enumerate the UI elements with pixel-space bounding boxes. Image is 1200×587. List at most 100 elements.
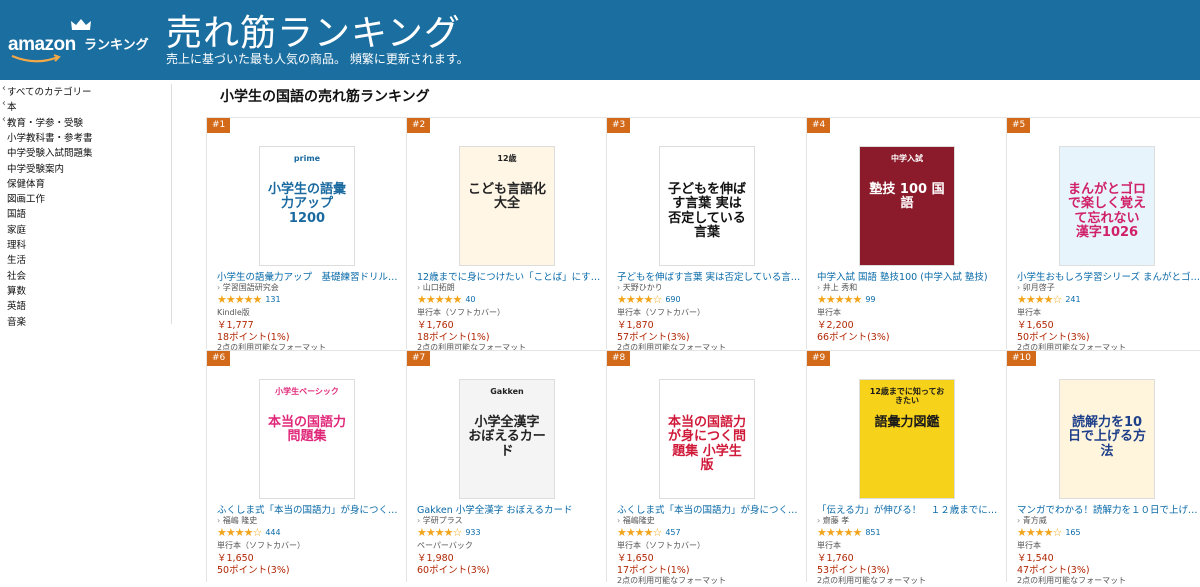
sidebar-category-item[interactable]: 図画工作: [7, 191, 45, 205]
product-card[interactable]: #10 読解力を10日で上げる方法マンガでわかる！読解力を１０日で上げる方...青…: [1006, 350, 1200, 585]
product-rating[interactable]: ★★★★★ 851: [817, 526, 881, 539]
book-cover-image[interactable]: 12歳までに知っておきたい 語彙力図鑑: [859, 379, 955, 499]
logo-amazon-text: amazon: [8, 34, 76, 55]
product-rating[interactable]: ★★★★☆ 690: [617, 293, 681, 306]
product-card[interactable]: #7 Gakken 小学全漢字 おぼえるカード Gakken 小学全漢字 おぼえるカー…: [406, 350, 606, 582]
review-count-link[interactable]: 933: [465, 528, 480, 537]
sidebar-category-item[interactable]: 中学受験入試問題集: [7, 145, 93, 159]
star-rating-icon[interactable]: ★★★★☆: [1017, 526, 1062, 539]
product-rating[interactable]: ★★★★★ 40: [417, 293, 476, 306]
sidebar-category-item[interactable]: 教育・学参・受験: [2, 114, 83, 129]
product-author-link[interactable]: 卯月啓子: [1017, 282, 1055, 293]
book-cover-image[interactable]: 12歳 こども言語化大全: [459, 146, 555, 266]
star-rating-icon[interactable]: ★★★★★: [817, 526, 862, 539]
product-card[interactable]: #4 中学入試塾技 100 国語中学入試 国語 塾技100 (中学入試 塾技)井上…: [806, 117, 1006, 349]
sidebar-category-item[interactable]: 算数: [7, 283, 26, 297]
other-formats-link[interactable]: 2点の利用可能なフォーマット: [1017, 575, 1126, 586]
star-rating-icon[interactable]: ★★★★☆: [617, 526, 662, 539]
product-points: 47ポイント(3%): [1017, 565, 1090, 576]
product-card[interactable]: #9 12歳までに知っておきたい 語彙力図鑑 「伝える力」が伸びる！ １２歳までに知っ…: [806, 350, 1006, 585]
product-rating[interactable]: ★★★★★ 131: [217, 293, 281, 306]
review-count-link[interactable]: 457: [665, 528, 680, 537]
sidebar-category-item[interactable]: すべてのカテゴリー: [2, 83, 91, 98]
cover-title: 小学生の語彙力アップ 1200: [267, 182, 346, 226]
book-cover-image[interactable]: 中学入試 塾技 100 国語: [859, 146, 955, 266]
product-rating[interactable]: ★★★★☆ 933: [417, 526, 481, 539]
product-title-link[interactable]: 小学生おもしろ学習シリーズ まんがとゴロで...: [1017, 269, 1200, 283]
product-title-link[interactable]: 小学生の語彙力アップ 基礎練習ドリル120...: [217, 269, 401, 283]
review-count-link[interactable]: 165: [1065, 528, 1080, 537]
cover-label: Gakken: [490, 387, 524, 396]
sidebar-divider: [171, 84, 172, 324]
product-card[interactable]: #8 本当の国語力が身につく問題集 小学生版 ふくしま式「本当の国語力」が身につく問…: [606, 350, 806, 585]
product-card[interactable]: #3 子どもを伸ばす言葉 実は否定している言葉 子どもを伸ばす言葉 実は否定している…: [606, 117, 806, 352]
star-rating-icon[interactable]: ★★★★★: [417, 293, 462, 306]
review-count-link[interactable]: 131: [265, 295, 280, 304]
product-title-link[interactable]: マンガでわかる！読解力を１０日で上げる方...: [1017, 502, 1200, 516]
sidebar-category-item[interactable]: 理科: [7, 237, 26, 251]
product-rating[interactable]: ★★★★☆ 165: [1017, 526, 1081, 539]
sidebar-category-item[interactable]: 中学受験案内: [7, 161, 64, 175]
product-author-link[interactable]: 天野ひかり: [617, 282, 663, 293]
product-rating[interactable]: ★★★★☆ 241: [1017, 293, 1081, 306]
star-rating-icon[interactable]: ★★★★☆: [617, 293, 662, 306]
book-cover-image[interactable]: 小学生ベーシック 本当の国語力 問題集: [259, 379, 355, 499]
product-author-link[interactable]: 青方威: [1017, 515, 1047, 526]
star-rating-icon[interactable]: ★★★★☆: [417, 526, 462, 539]
book-cover-image[interactable]: 読解力を10日で上げる方法: [1059, 379, 1155, 499]
product-card[interactable]: #1 prime 小学生の語彙力アップ 1200 小学生の語彙力アップ 基礎練習ドリル…: [206, 117, 406, 352]
product-points: 18ポイント(1%): [217, 332, 290, 343]
review-count-link[interactable]: 690: [665, 295, 680, 304]
star-rating-icon[interactable]: ★★★★★: [217, 293, 262, 306]
review-count-link[interactable]: 241: [1065, 295, 1080, 304]
product-title-link[interactable]: ふくしま式「本当の国語力」が身につく問題...: [217, 502, 401, 516]
amazon-ranking-logo[interactable]: amazon ランキング: [8, 18, 158, 63]
product-title-link[interactable]: Gakken 小学全漢字 おぼえるカード: [417, 502, 601, 516]
product-author-link[interactable]: 井上 秀和: [817, 282, 858, 293]
book-cover-image[interactable]: 本当の国語力が身につく問題集 小学生版: [659, 379, 755, 499]
sidebar-category-item[interactable]: 家庭: [7, 222, 26, 236]
review-count-link[interactable]: 99: [865, 295, 875, 304]
sidebar-category-item[interactable]: 音楽: [7, 314, 26, 328]
other-formats-link[interactable]: 2点の利用可能なフォーマット: [617, 575, 726, 586]
other-formats-link[interactable]: 2点の利用可能なフォーマット: [817, 575, 926, 586]
review-count-link[interactable]: 444: [265, 528, 280, 537]
product-author-link[interactable]: 山口拓朗: [417, 282, 455, 293]
sidebar-category-item[interactable]: 社会: [7, 268, 26, 282]
product-rating[interactable]: ★★★★★ 99: [817, 293, 876, 306]
rank-badge: #2: [407, 118, 431, 133]
product-author-link[interactable]: 齋藤 孝: [817, 515, 850, 526]
sidebar-category-item[interactable]: 小学教科書・参考書: [7, 130, 93, 144]
book-cover-image[interactable]: まんがとゴロで楽しく覚えて忘れない 漢字1026: [1059, 146, 1155, 266]
product-author-link[interactable]: 福嶋隆史: [617, 515, 655, 526]
book-cover-image[interactable]: 子どもを伸ばす言葉 実は否定している言葉: [659, 146, 755, 266]
product-card[interactable]: #6 小学生ベーシック 本当の国語力 問題集 ふくしま式「本当の国語力」が身につく問題…: [206, 350, 406, 582]
product-author-link[interactable]: 学習国語研究会: [217, 282, 279, 293]
sidebar-category-item[interactable]: 英語: [7, 298, 26, 312]
sidebar-category-item[interactable]: 本: [2, 98, 16, 113]
header-banner: amazon ランキング 売れ筋ランキング 売上に基づいた最も人気の商品。 頻繁…: [0, 0, 1200, 80]
product-author-link[interactable]: 福嶋 隆史: [217, 515, 258, 526]
product-rating[interactable]: ★★★★☆ 444: [217, 526, 281, 539]
product-title-link[interactable]: ふくしま式「本当の国語力」が身につく問題...: [617, 502, 801, 516]
review-count-link[interactable]: 40: [465, 295, 475, 304]
book-cover-image[interactable]: prime 小学生の語彙力アップ 1200: [259, 146, 355, 266]
product-rating[interactable]: ★★★★☆ 457: [617, 526, 681, 539]
star-rating-icon[interactable]: ★★★★☆: [1017, 293, 1062, 306]
product-card[interactable]: #5 まんがとゴロで楽しく覚えて忘れない 漢字1026 小学生おもしろ学習シリーズ …: [1006, 117, 1200, 352]
review-count-link[interactable]: 851: [865, 528, 880, 537]
sidebar-category-item[interactable]: 生活: [7, 252, 26, 266]
product-title-link[interactable]: 中学入試 国語 塾技100 (中学入試 塾技): [817, 269, 1001, 283]
sidebar-category-item[interactable]: 保健体育: [7, 176, 45, 190]
cover-label: 12歳までに知っておきたい: [869, 387, 945, 405]
product-author-link[interactable]: 学研プラス: [417, 515, 463, 526]
product-card[interactable]: #2 12歳こども言語化大全 12歳までに身につけたい「ことば」にする力...山口拓…: [406, 117, 606, 352]
sidebar-category-item[interactable]: 国語: [7, 206, 26, 220]
category-sidebar: すべてのカテゴリー本教育・学参・受験小学教科書・参考書中学受験入試問題集中学受験…: [0, 80, 172, 587]
book-cover-image[interactable]: Gakken 小学全漢字 おぼえるカード: [459, 379, 555, 499]
product-title-link[interactable]: 12歳までに身につけたい「ことば」にする力...: [417, 269, 601, 283]
star-rating-icon[interactable]: ★★★★★: [817, 293, 862, 306]
product-title-link[interactable]: 子どもを伸ばす言葉 実は否定している言葉...: [617, 269, 801, 283]
star-rating-icon[interactable]: ★★★★☆: [217, 526, 262, 539]
product-title-link[interactable]: 「伝える力」が伸びる！ １２歳までに知っ...: [817, 502, 1001, 516]
